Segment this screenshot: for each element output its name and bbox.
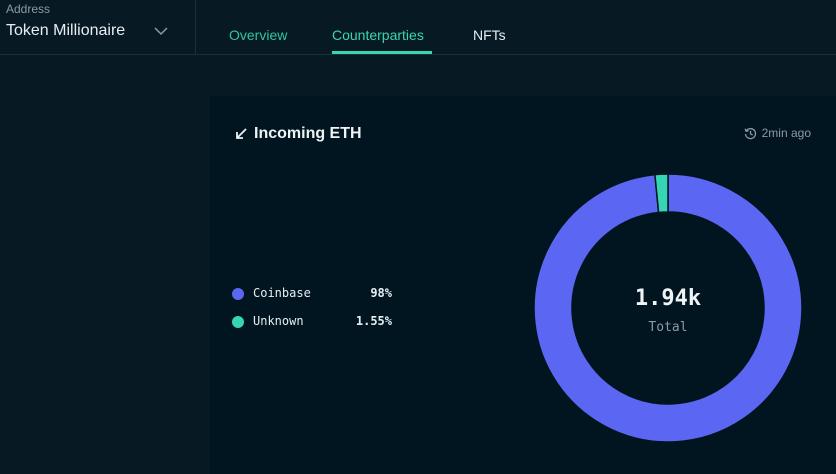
legend-dot-coinbase bbox=[232, 288, 244, 300]
address-value: Token Millionaire bbox=[6, 22, 126, 39]
address-label: Address bbox=[6, 2, 51, 16]
legend-dot-unknown bbox=[232, 316, 244, 328]
legend-item-coinbase[interactable]: Coinbase 98% bbox=[232, 286, 392, 314]
incoming-eth-card: Incoming ETH 2min ago Coinbase 98% Unkno… bbox=[210, 96, 836, 474]
tab-overview[interactable]: Overview bbox=[229, 27, 287, 43]
legend-name: Unknown bbox=[253, 314, 304, 328]
page: Address Token Millionaire Overview Count… bbox=[0, 0, 836, 474]
address-selector[interactable]: Address Token Millionaire bbox=[0, 0, 196, 55]
legend-percent: 98% bbox=[370, 286, 392, 300]
tab-counterparties[interactable]: Counterparties bbox=[332, 27, 424, 43]
legend-name: Coinbase bbox=[253, 286, 311, 300]
top-header: Address Token Millionaire Overview Count… bbox=[0, 0, 836, 55]
card-header: Incoming ETH bbox=[234, 124, 362, 144]
chart-legend: Coinbase 98% Unknown 1.55% bbox=[232, 286, 392, 342]
card-title: Incoming ETH bbox=[254, 125, 362, 142]
active-tab-indicator bbox=[332, 51, 432, 54]
history-icon bbox=[744, 127, 756, 139]
chevron-down-icon[interactable] bbox=[153, 24, 169, 38]
tab-nfts[interactable]: NFTs bbox=[473, 27, 506, 43]
donut-chart[interactable] bbox=[528, 168, 808, 448]
legend-item-unknown[interactable]: Unknown 1.55% bbox=[232, 314, 392, 342]
last-updated: 2min ago bbox=[744, 125, 811, 141]
arrow-down-left-icon bbox=[236, 128, 247, 139]
legend-percent: 1.55% bbox=[355, 314, 392, 328]
donut-slice-coinbase[interactable] bbox=[533, 173, 803, 443]
updated-text: 2min ago bbox=[761, 126, 811, 140]
